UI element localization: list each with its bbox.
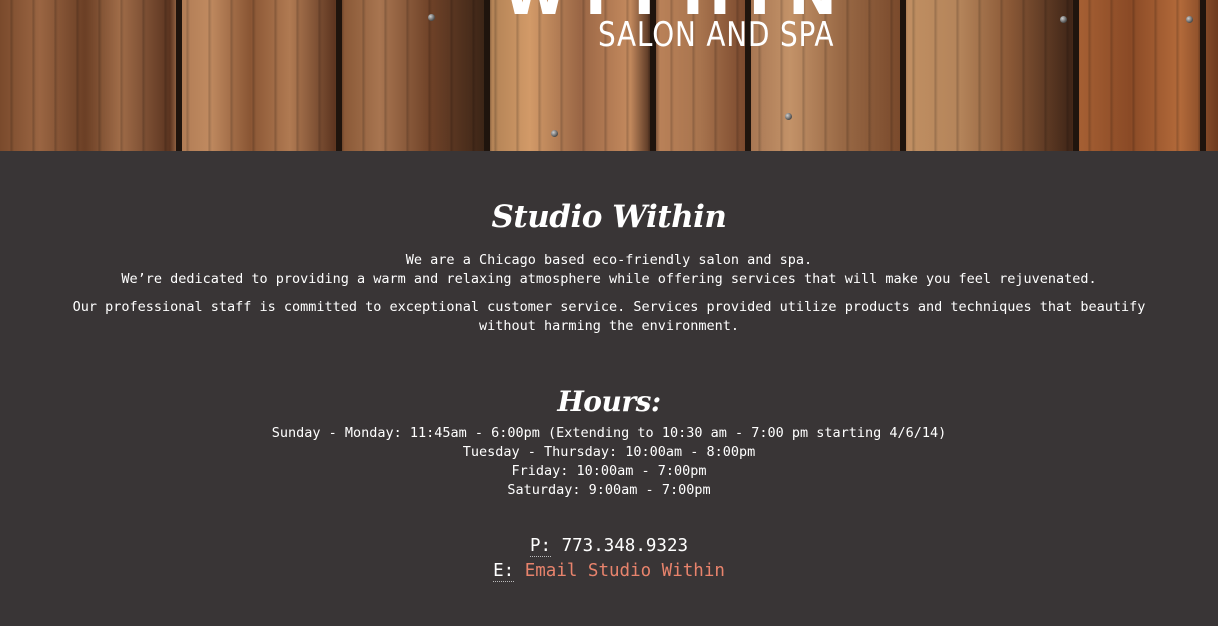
plank-divider <box>176 0 182 151</box>
logo-subtitle: SALON AND SPA <box>598 15 835 55</box>
page-title: Studio Within <box>491 199 727 235</box>
plank-divider <box>1200 0 1206 151</box>
nail-icon <box>1186 16 1193 23</box>
email-label: E: <box>493 561 515 582</box>
nail-icon <box>428 14 435 21</box>
about-text: without harming the environment. <box>478 318 740 334</box>
nail-icon <box>1060 16 1067 23</box>
hours-row: Sunday - Monday: 11:45am - 6:00pm (Exten… <box>271 425 947 441</box>
plank-divider <box>336 0 342 151</box>
hours-row: Saturday: 9:00am - 7:00pm <box>507 482 711 498</box>
header-banner: WITHIN SALON AND SPA <box>0 0 1218 151</box>
hours-heading: Hours: <box>557 385 661 418</box>
hours-row: Tuesday - Thursday: 10:00am - 8:00pm <box>462 444 756 460</box>
about-text: Our professional staff is committed to e… <box>72 299 1146 315</box>
main-content: Studio Within We are a Chicago based eco… <box>0 151 1218 584</box>
contact-phone: P: 773.348.9323 <box>0 534 1218 559</box>
phone-number: 773.348.9323 <box>561 536 689 556</box>
phone-label: P: <box>529 536 552 557</box>
plank-divider <box>1073 0 1079 151</box>
hours-row: Friday: 10:00am - 7:00pm <box>511 463 707 479</box>
plank-divider <box>900 0 906 151</box>
nail-icon <box>785 113 792 120</box>
contact-email: E: Email Studio Within <box>0 559 1218 584</box>
plank-divider <box>484 0 490 151</box>
about-text: We’re dedicated to providing a warm and … <box>121 271 1097 287</box>
about-text: We are a Chicago based eco-friendly salo… <box>405 252 813 268</box>
email-link[interactable]: Email Studio Within <box>525 561 725 581</box>
nail-icon <box>551 130 558 137</box>
